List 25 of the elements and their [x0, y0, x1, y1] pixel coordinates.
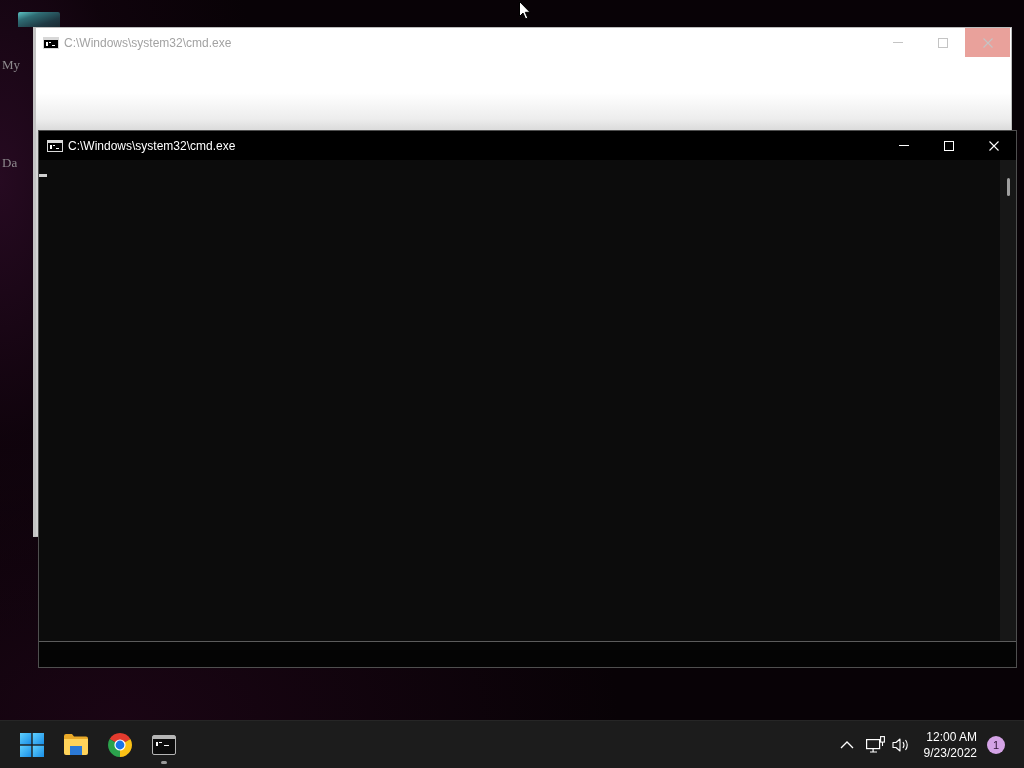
circle-logo-icon: [108, 732, 132, 757]
desktop-icon-label[interactable]: Da: [2, 156, 18, 170]
notification-count[interactable]: 1: [987, 735, 1005, 754]
desktop-icon-label[interactable]: My: [2, 58, 21, 72]
monitor-icon[interactable]: [865, 736, 885, 753]
scrollbar-thumb[interactable]: [1007, 178, 1010, 196]
text-cursor-icon: [39, 174, 47, 177]
terminal-icon: [43, 36, 59, 49]
folder-icon: [64, 734, 88, 755]
maximize-icon: [937, 37, 948, 48]
chevron-up-icon: [839, 740, 854, 749]
window-title: C:\Windows\system32\cmd.exe: [64, 35, 232, 50]
maximize-icon: [943, 140, 954, 151]
tile-icon[interactable]: [18, 12, 60, 27]
terminal-icon: [152, 734, 176, 755]
clock-button[interactable]: 12:00 AM 9/23/2022: [923, 728, 977, 761]
terminal-icon: [47, 139, 63, 152]
window-title: C:\Windows\system32\cmd.exe: [68, 138, 236, 153]
scrollbar[interactable]: [1000, 160, 1016, 641]
minimize-icon: [892, 42, 903, 43]
speaker-icon[interactable]: [891, 736, 911, 753]
grid-logo-icon: [20, 732, 44, 757]
minimize-icon: [898, 145, 909, 146]
close-icon: [982, 37, 993, 48]
close-icon: [988, 140, 999, 151]
